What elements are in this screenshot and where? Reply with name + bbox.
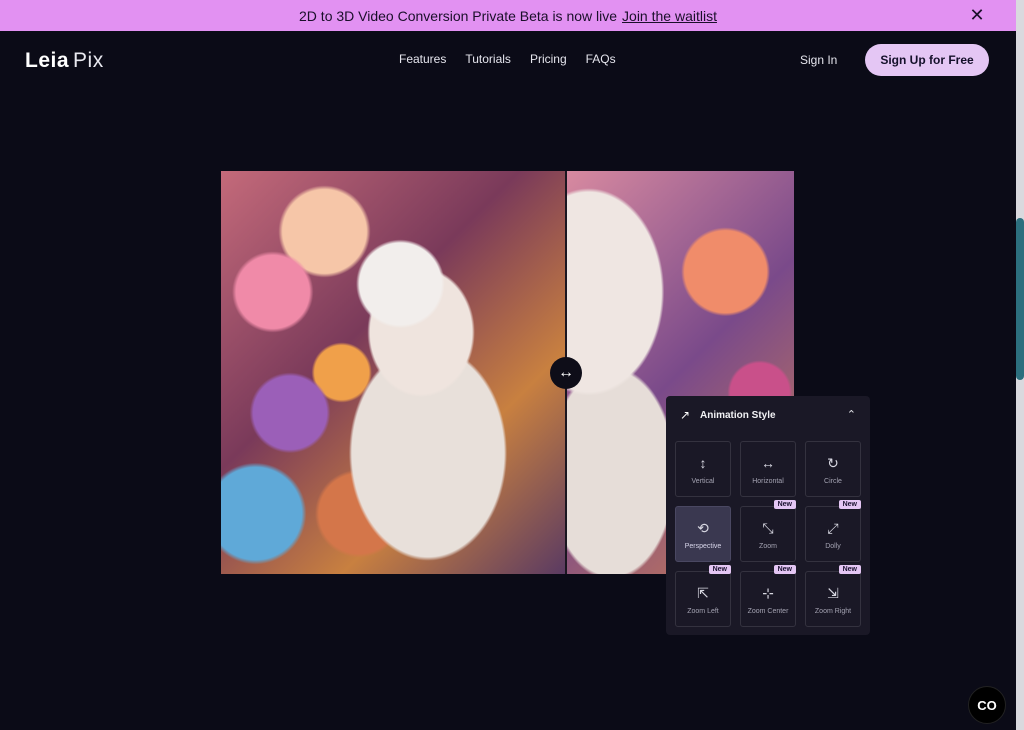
option-label: Zoom <box>759 542 777 550</box>
option-label: Zoom Left <box>687 607 719 615</box>
zoom-right-icon: ⇲ <box>827 584 839 601</box>
perspective-icon: ⟲ <box>697 519 709 536</box>
horizontal-arrows-icon: ↔ <box>761 454 775 471</box>
nav-link-faqs[interactable]: FAQs <box>586 52 616 66</box>
chat-widget-button[interactable]: CO <box>968 686 1006 724</box>
option-label: Horizontal <box>752 477 784 485</box>
style-option-zoom-center[interactable]: New ⊹ Zoom Center <box>740 565 796 627</box>
logo-leia: Leia <box>25 49 70 72</box>
style-option-zoom-right[interactable]: New ⇲ Zoom Right <box>805 565 861 627</box>
nav-link-pricing[interactable]: Pricing <box>530 52 567 66</box>
sign-up-button[interactable]: Sign Up for Free <box>865 44 989 76</box>
nav-link-tutorials[interactable]: Tutorials <box>465 52 511 66</box>
trend-icon: ↗ <box>680 408 691 422</box>
new-badge: New <box>773 500 796 509</box>
new-badge: New <box>838 500 861 509</box>
animation-style-panel: ↗ Animation Style ⌃ ↕ Vertical ↔ Horizon… <box>666 396 870 635</box>
banner-text: 2D to 3D Video Conversion Private Beta i… <box>299 7 618 24</box>
style-option-zoom[interactable]: New ⤡ Zoom <box>740 500 796 562</box>
style-option-circle[interactable]: ↻ Circle <box>805 441 861 497</box>
panel-title: Animation Style <box>700 410 776 421</box>
style-option-perspective[interactable]: ⟲ Perspective <box>675 506 731 562</box>
announcement-banner: 2D to 3D Video Conversion Private Beta i… <box>0 0 1016 31</box>
style-option-vertical[interactable]: ↕ Vertical <box>675 441 731 497</box>
original-image <box>221 171 566 574</box>
style-option-horizontal[interactable]: ↔ Horizontal <box>740 441 796 497</box>
sign-in-link[interactable]: Sign In <box>800 53 837 67</box>
logo-pix: Pix <box>73 49 104 72</box>
chevron-up-icon[interactable]: ⌃ <box>847 408 856 421</box>
option-label: Zoom Right <box>814 607 852 615</box>
option-label: Circle <box>824 477 842 485</box>
close-icon[interactable]: ✕ <box>968 6 986 24</box>
join-waitlist-link[interactable]: Join the waitlist <box>622 8 717 24</box>
zoom-left-icon: ⇱ <box>697 584 709 601</box>
new-badge: New <box>773 565 796 574</box>
vertical-arrows-icon: ↕ <box>699 454 707 471</box>
dolly-icon: ⤢ <box>827 519 839 536</box>
nav-link-features[interactable]: Features <box>399 52 446 66</box>
zoom-center-icon: ⊹ <box>762 584 774 601</box>
option-label: Dolly <box>825 542 841 550</box>
top-nav: Leia Pix Features Tutorials Pricing FAQs… <box>0 31 1016 89</box>
style-option-dolly[interactable]: New ⤢ Dolly <box>805 500 861 562</box>
option-label: Perspective <box>684 542 722 550</box>
style-option-zoom-left[interactable]: New ⇱ Zoom Left <box>675 565 731 627</box>
animation-style-header[interactable]: ↗ Animation Style ⌃ <box>666 396 870 436</box>
new-badge: New <box>708 565 731 574</box>
compare-handle-icon[interactable]: ↔ <box>550 357 582 389</box>
option-label: Vertical <box>691 477 715 485</box>
scrollbar-thumb[interactable] <box>1016 218 1024 380</box>
nav-links: Features Tutorials Pricing FAQs <box>399 52 616 66</box>
zoom-icon: ⤡ <box>762 519 774 536</box>
logo[interactable]: Leia Pix <box>25 49 104 73</box>
option-label: Zoom Center <box>747 607 789 615</box>
animation-style-grid: ↕ Vertical ↔ Horizontal ↻ Circle ⟲ Persp… <box>675 441 861 627</box>
circle-arrow-icon: ↻ <box>827 454 839 471</box>
new-badge: New <box>838 565 861 574</box>
